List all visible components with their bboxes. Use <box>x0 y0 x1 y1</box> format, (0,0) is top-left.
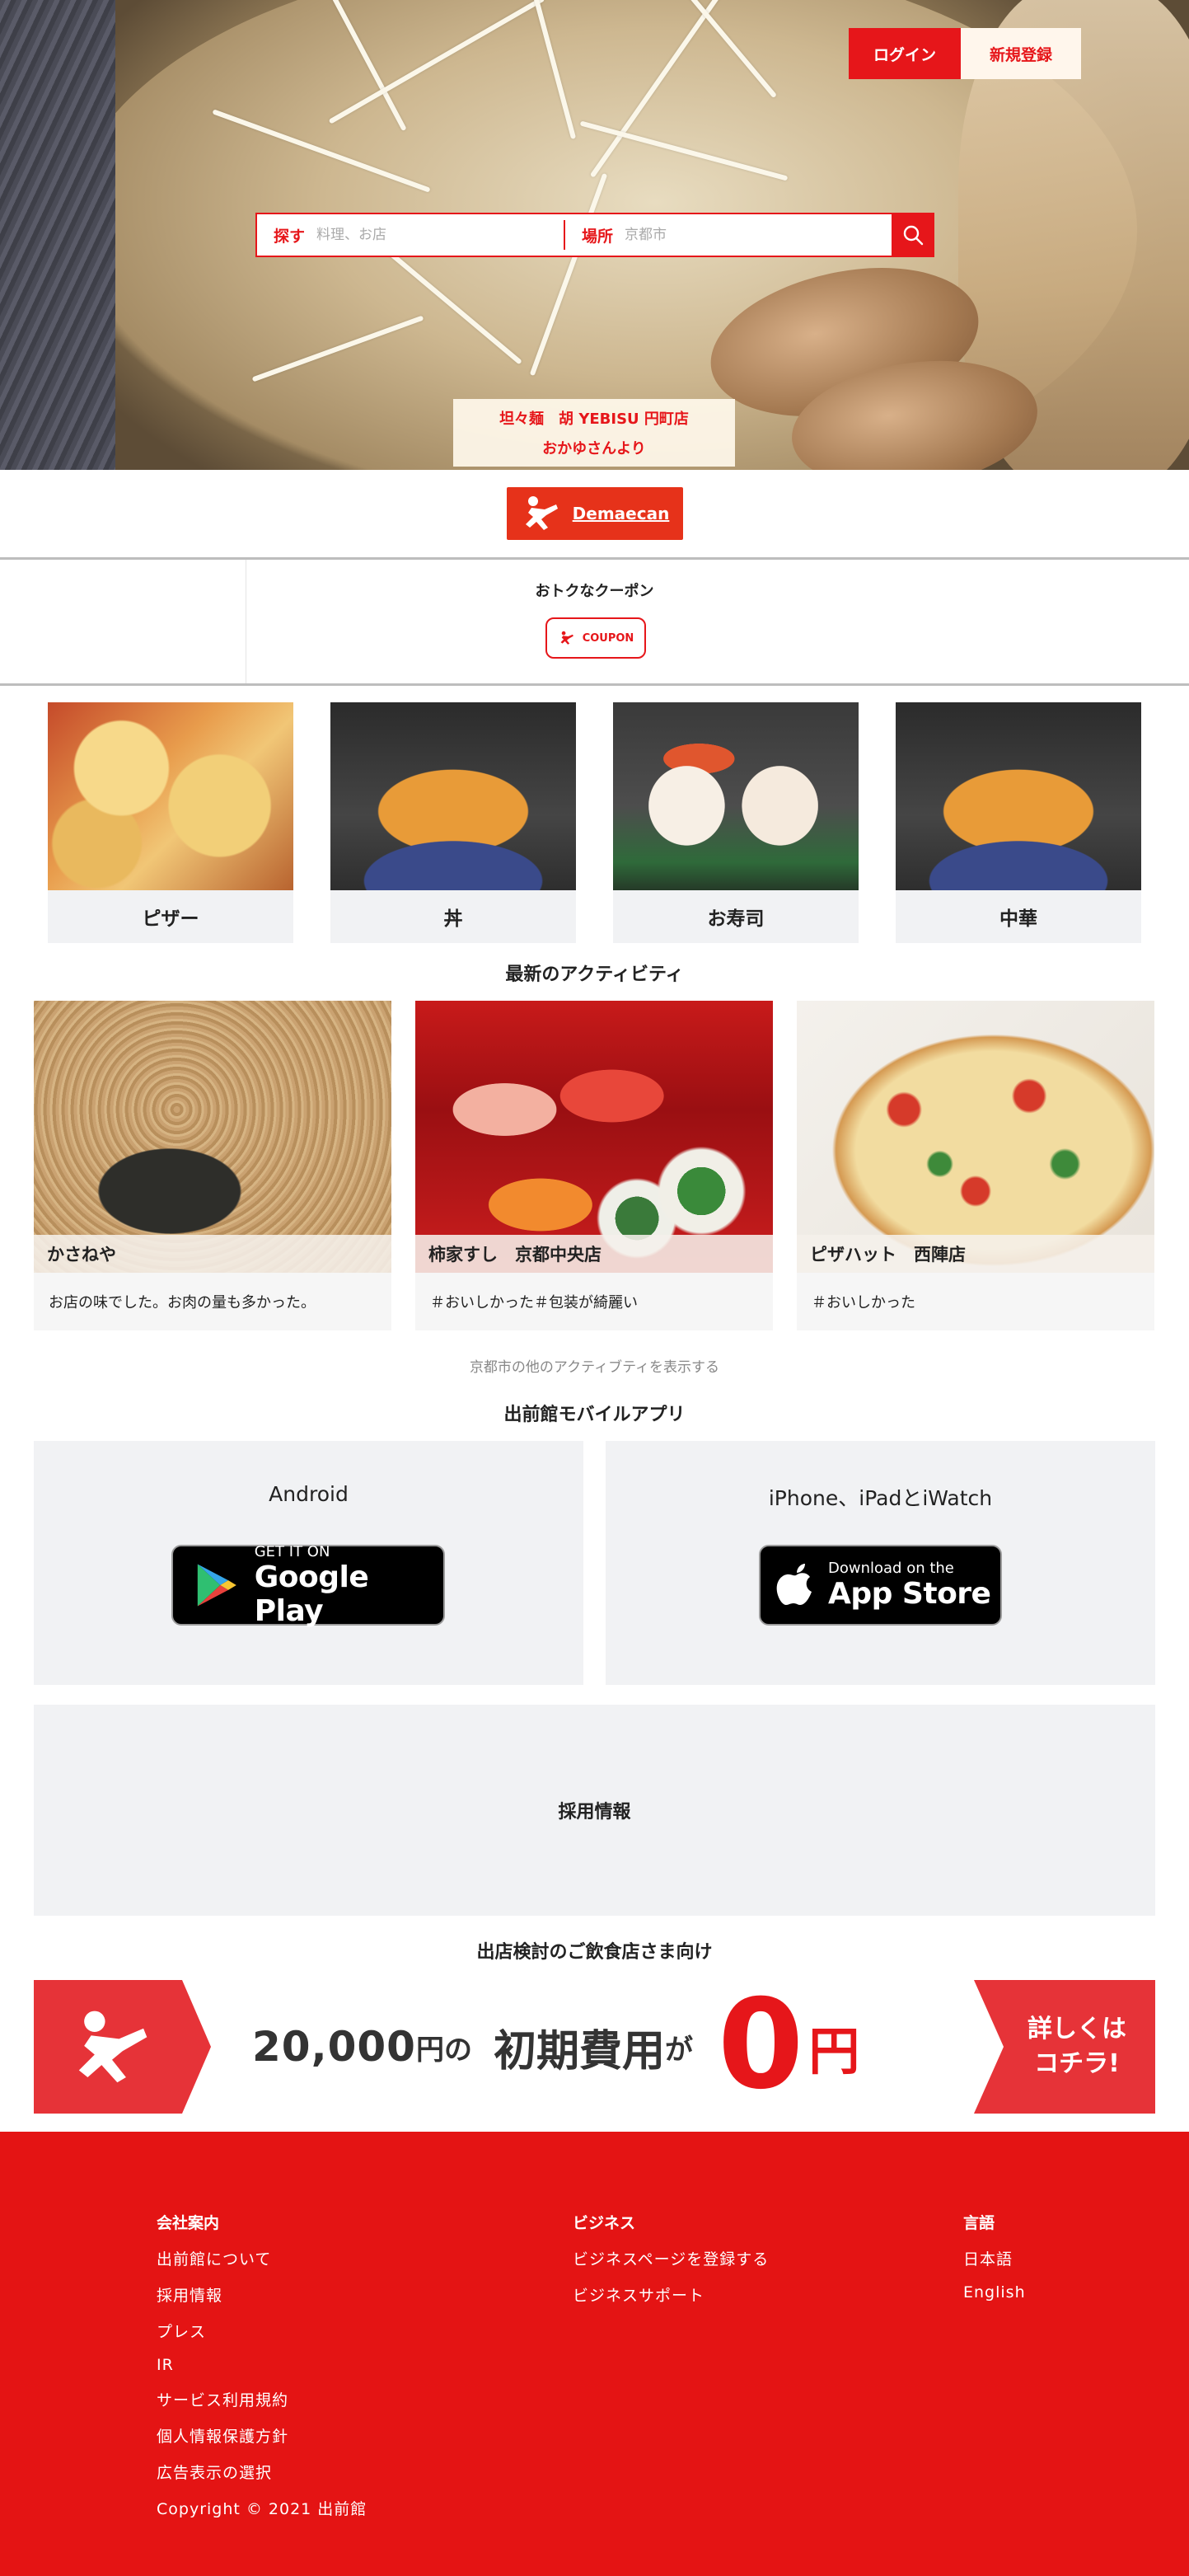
activity-store-name: 柿家すし 京都中央店 <box>415 1235 773 1273</box>
running-man-icon <box>78 2011 147 2083</box>
footer-heading: 言語 <box>963 2214 995 2232</box>
footer: 会社案内 出前館について 採用情報 プレス IR サービス利用規約 個人情報保護… <box>0 2132 1189 2576</box>
coupon-title: おトクなクーポン <box>535 583 654 600</box>
banner-message: 20,000 円の 初期費用 が 0 円 <box>252 1980 859 2114</box>
category-image-donburi <box>330 702 576 890</box>
hero-placemat <box>0 0 115 470</box>
banner-yen: 円 <box>808 2021 860 2081</box>
activity-image: かさねや <box>34 1001 391 1273</box>
recruit-card[interactable]: 採用情報 <box>34 1705 1155 1916</box>
category-name: ピザー <box>142 908 199 930</box>
activity-image: ピザハット 西陣店 <box>797 1001 1154 1273</box>
apple-icon <box>776 1564 812 1605</box>
activity-image: 柿家すし 京都中央店 <box>415 1001 773 1273</box>
footer-company-column: 会社案内 出前館について 採用情報 プレス IR サービス利用規約 個人情報保護… <box>157 2211 367 2533</box>
logo-text: Demaecan <box>572 504 670 523</box>
coupon-button[interactable]: COUPON <box>545 617 646 659</box>
category-image-pizza <box>48 702 293 890</box>
hero-caption[interactable]: 坦々麺 胡 YEBISU 円町店 おかゆさんより <box>453 399 735 467</box>
apps-title: 出前館モバイルアプリ <box>503 1405 686 1425</box>
footer-heading: 会社案内 <box>157 2214 220 2232</box>
activity-store-name: ピザハット 西陣店 <box>797 1235 1154 1273</box>
category-card[interactable]: 中華 <box>896 702 1141 943</box>
banner-cta[interactable]: 詳しくは コチラ! <box>974 1980 1155 2114</box>
activity-comment: ＃おいしかった＃包装が綺麗い <box>430 1294 638 1311</box>
category-card[interactable]: ピザー <box>48 702 293 943</box>
category-name: 丼 <box>443 908 463 930</box>
banner-cta-line2: コチラ! <box>1034 2049 1120 2078</box>
google-play-icon <box>197 1564 236 1607</box>
footer-link[interactable]: IR <box>157 2356 367 2374</box>
android-app-card: Android GET IT ON Google Play <box>34 1441 583 1685</box>
category-name: お寿司 <box>707 908 765 930</box>
search-what-label: 探す <box>274 227 306 246</box>
divider <box>0 683 1189 686</box>
activity-comment: ＃おいしかった <box>812 1294 915 1311</box>
footer-link[interactable]: ビジネスサポート <box>573 2283 769 2306</box>
category-image-chinese <box>896 702 1141 890</box>
search-what-input[interactable] <box>316 227 564 243</box>
search-bar: 探す 場所 <box>255 213 934 257</box>
category-card[interactable]: お寿司 <box>613 702 859 943</box>
running-man-icon <box>525 496 558 530</box>
banner-left-block <box>34 1980 211 2114</box>
language-option-japanese[interactable]: 日本語 <box>963 2247 1026 2269</box>
recruit-label: 採用情報 <box>558 1802 631 1823</box>
banner-cta-line1: 詳しくは <box>1028 2015 1126 2043</box>
footer-business-column: ビジネス ビジネスページを登録する ビジネスサポート <box>573 2211 769 2320</box>
activity-title: 最新のアクティビティ <box>505 964 684 985</box>
activity-card[interactable]: 柿家すし 京都中央店 ＃おいしかった＃包装が綺麗い <box>415 1001 773 1330</box>
hero-store-name: 坦々麺 胡 YEBISU 円町店 <box>499 411 689 428</box>
footer-link[interactable]: 個人情報保護方針 <box>157 2424 367 2447</box>
activity-comment: お店の味でした。お肉の量も多かった。 <box>49 1294 316 1311</box>
category-image-sushi <box>613 702 859 890</box>
footer-link[interactable]: 出前館について <box>157 2247 367 2269</box>
google-play-small-text: GET IT ON <box>254 1542 330 1560</box>
ios-app-card: iPhone、iPadとiWatch Download on the App S… <box>606 1441 1155 1685</box>
hero-banner: ログイン 新規登録 探す 場所 坦々麺 胡 YEBISU 円町店 おかゆさんより <box>0 0 1189 470</box>
banner-zero: 0 <box>717 1980 804 2114</box>
banner-amount-unit: 円の <box>415 2033 472 2067</box>
category-card[interactable]: 丼 <box>330 702 576 943</box>
ios-title: iPhone、iPadとiWatch <box>768 1486 993 1510</box>
banner-amount: 20,000 <box>252 2023 416 2071</box>
banner-initial-cost: 初期費用 <box>493 2026 665 2076</box>
search-button[interactable] <box>892 213 934 257</box>
coupon-section: おトクなクーポン COUPON <box>0 560 1189 683</box>
merchant-banner[interactable]: 20,000 円の 初期費用 が 0 円 詳しくは コチラ! <box>34 1980 1155 2114</box>
footer-link[interactable]: 広告表示の選択 <box>157 2461 367 2483</box>
running-man-icon <box>560 631 573 645</box>
footer-copyright: Copyright © 2021 出前館 <box>157 2500 367 2518</box>
app-store-small-text: Download on the <box>828 1560 954 1577</box>
hero-posted-by: おかゆさんより <box>542 440 646 457</box>
register-button[interactable]: 新規登録 <box>961 28 1081 79</box>
login-button[interactable]: ログイン <box>849 28 961 79</box>
logo-bar: Demaecan <box>0 470 1189 557</box>
footer-link[interactable]: プレス <box>157 2320 367 2342</box>
footer-link[interactable]: サービス利用規約 <box>157 2388 367 2410</box>
banner-particle: が <box>664 2033 693 2067</box>
language-option-english[interactable]: English <box>963 2283 1026 2302</box>
demaecan-logo[interactable]: Demaecan <box>506 487 683 540</box>
activity-store-name: かさねや <box>34 1235 391 1273</box>
google-play-big-text: Google Play <box>254 1560 369 1628</box>
search-icon <box>903 225 924 246</box>
android-title: Android <box>269 1482 349 1506</box>
google-play-button[interactable]: GET IT ON Google Play <box>171 1542 445 1628</box>
footer-heading: ビジネス <box>573 2214 636 2232</box>
search-where-input[interactable] <box>625 227 856 243</box>
footer-link[interactable]: 採用情報 <box>157 2283 367 2306</box>
coupon-badge-text: COUPON <box>582 631 634 645</box>
footer-link[interactable]: ビジネスページを登録する <box>573 2247 769 2269</box>
more-activity-link[interactable]: 京都市の他のアクティブティを表示する <box>0 1355 1189 1376</box>
activity-card[interactable]: ピザハット 西陣店 ＃おいしかった <box>797 1001 1154 1330</box>
category-name: 中華 <box>999 908 1037 930</box>
footer-language-column: 言語 日本語 English <box>963 2211 1026 2316</box>
activity-card[interactable]: かさねや お店の味でした。お肉の量も多かった。 <box>34 1001 391 1330</box>
app-store-button[interactable]: Download on the App Store <box>759 1545 1002 1626</box>
merchants-title: 出店検討のご飲食店さま向け <box>476 1942 713 1963</box>
app-store-big-text: App Store <box>828 1577 991 1611</box>
search-where-label: 場所 <box>582 227 614 246</box>
